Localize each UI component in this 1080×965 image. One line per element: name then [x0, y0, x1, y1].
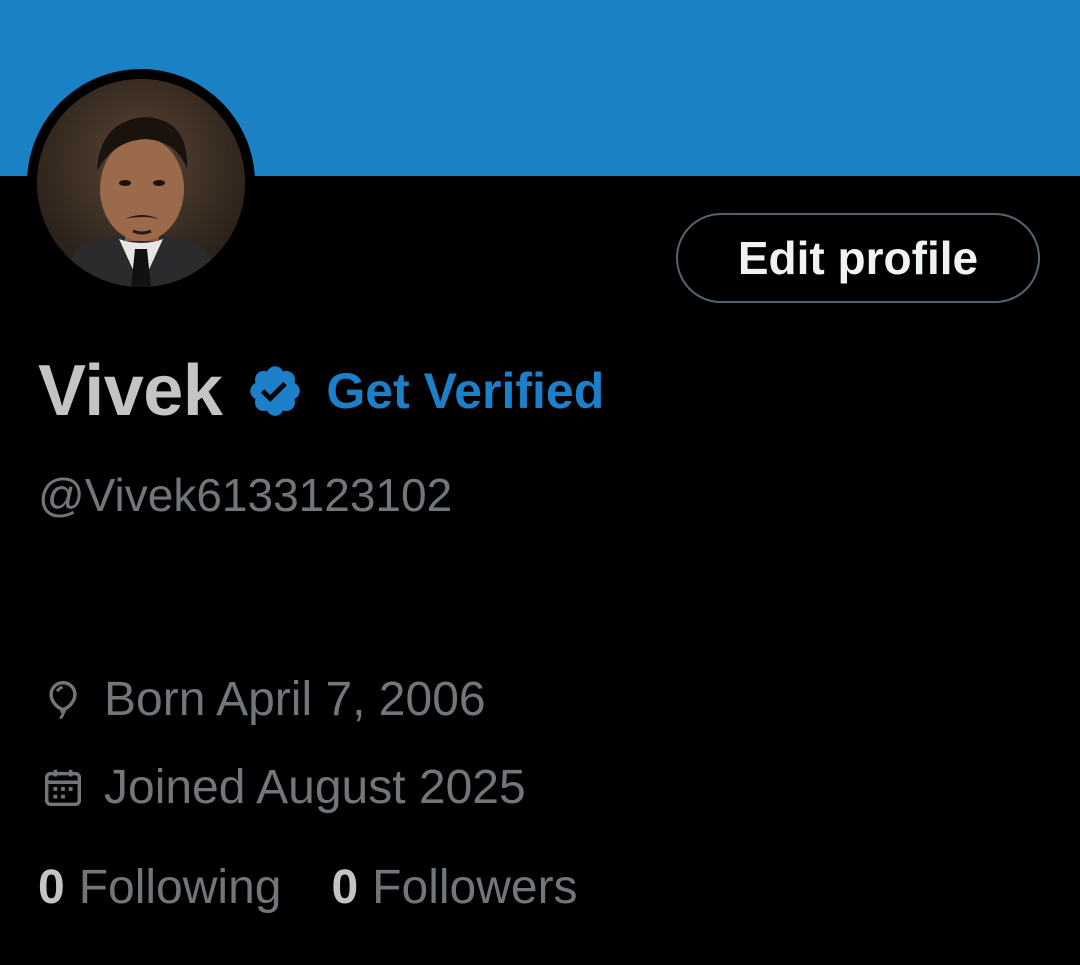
get-verified-link[interactable]: Get Verified: [326, 362, 604, 420]
birthdate-text: Born April 7, 2006: [104, 673, 486, 726]
verified-badge-icon[interactable]: [246, 362, 304, 420]
follow-stats: 0 Following 0 Followers: [38, 860, 578, 915]
name-row: Vivek Get Verified: [38, 346, 604, 436]
following-count: 0: [38, 861, 65, 914]
calendar-icon: [44, 769, 82, 806]
followers-label: Followers: [372, 861, 578, 914]
followers-count: 0: [331, 861, 359, 914]
followers-link[interactable]: 0 Followers: [331, 860, 577, 915]
join-date-row: Joined August 2025: [40, 760, 526, 815]
following-label: Following: [78, 861, 282, 914]
avatar-photo: [37, 79, 245, 287]
edit-profile-button[interactable]: Edit profile: [676, 213, 1040, 303]
balloon-icon: [49, 680, 77, 719]
birthdate-row: Born April 7, 2006: [40, 672, 486, 727]
join-date-text: Joined August 2025: [104, 761, 526, 814]
avatar[interactable]: [27, 69, 255, 297]
display-name: Vivek: [38, 351, 223, 431]
following-link[interactable]: 0 Following: [38, 860, 281, 915]
user-handle: @Vivek6133123102: [38, 469, 453, 521]
